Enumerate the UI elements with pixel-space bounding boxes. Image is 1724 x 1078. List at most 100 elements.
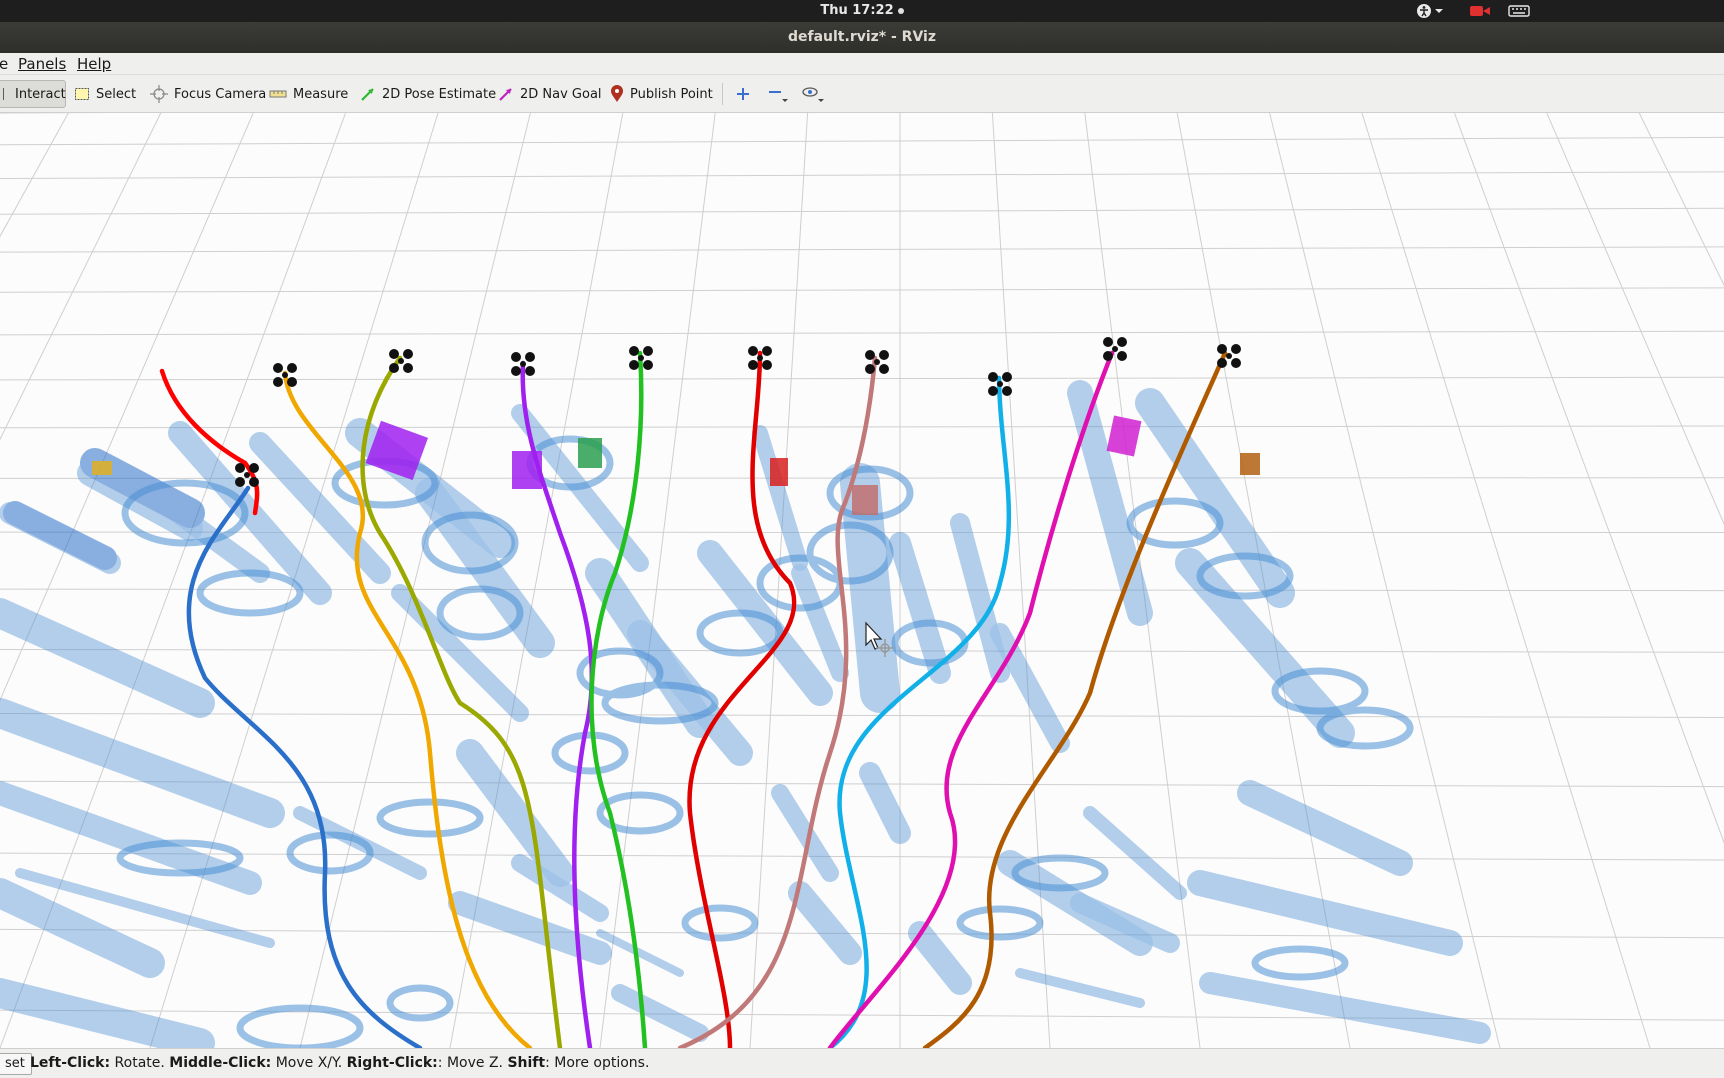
reset-button[interactable]: set [0, 1053, 32, 1075]
rotor [287, 377, 297, 387]
drone-body [997, 381, 1003, 387]
ring-marker [956, 905, 1044, 941]
keyboard-indicator[interactable] [1506, 2, 1532, 20]
drone-body [282, 372, 288, 378]
ring-marker [376, 798, 484, 838]
menu-file[interactable]: e [0, 55, 8, 73]
keyboard-icon [1508, 5, 1530, 17]
drone-body [398, 358, 404, 364]
measure-tool-button[interactable]: Measure [263, 80, 354, 108]
grid-line [1638, 113, 1724, 287]
selection-box-icon [75, 88, 89, 100]
rotor [865, 364, 875, 374]
rotor [403, 363, 413, 373]
ruler-icon [269, 90, 287, 98]
obstacle-column [1237, 780, 1413, 876]
eye-icon [802, 87, 824, 102]
obstacle-column [908, 921, 972, 995]
remove-tool-button[interactable] [762, 80, 794, 108]
publish-point-tool-button[interactable]: Publish Point [604, 80, 719, 108]
menu-bar: e Panels Help [0, 53, 1724, 75]
goal-cube [852, 485, 878, 515]
obstacle-column [788, 881, 862, 965]
pose-estimate-tool-button[interactable]: 2D Pose Estimate [354, 80, 502, 108]
obstacle-column [1199, 972, 1491, 1044]
grid-line [0, 852, 1724, 861]
drone-icon [389, 349, 413, 373]
rotor [1103, 351, 1113, 361]
drone-body [520, 361, 526, 367]
rotor [1217, 344, 1227, 354]
drone-icon [1217, 344, 1241, 368]
rotor [1117, 337, 1127, 347]
window-title: default.rviz* - RViz [787, 29, 936, 45]
rotor [1231, 358, 1241, 368]
rotor [511, 366, 521, 376]
crosshair-icon [150, 85, 168, 103]
rotor [1117, 351, 1127, 361]
rotor [748, 346, 758, 356]
nav-goal-tool-button[interactable]: 2D Nav Goal [492, 80, 608, 108]
camera-icon [1470, 6, 1490, 16]
rotor [525, 352, 535, 362]
window-title-bar[interactable]: default.rviz* - RViz [0, 22, 1724, 53]
rotor [643, 360, 653, 370]
rotor [273, 377, 283, 387]
rotor [287, 363, 297, 373]
clock[interactable]: Thu 17:22 [0, 3, 1724, 18]
3d-render-viewport[interactable] [0, 113, 1724, 1048]
drone-body [244, 472, 250, 478]
scene-canvas[interactable] [0, 113, 1724, 1048]
rotor [629, 346, 639, 356]
rotor [748, 360, 758, 370]
green-arrow-icon [361, 88, 374, 101]
menu-help[interactable]: Help [77, 55, 111, 73]
add-tool-button[interactable] [730, 80, 756, 108]
status-bar: set Left-Click: Rotate. Middle-Click: Mo… [0, 1048, 1724, 1078]
obstacle-column [611, 984, 709, 1042]
screen-record-indicator[interactable] [1468, 2, 1492, 20]
grid-line [0, 780, 1724, 788]
focus-camera-tool-button[interactable]: Focus Camera [144, 80, 272, 108]
obstacle-column [889, 532, 951, 684]
accessibility-menu[interactable] [1412, 2, 1448, 20]
rotor [879, 364, 889, 374]
accessibility-icon [1417, 4, 1443, 18]
rotor [1231, 344, 1241, 354]
ring-marker [386, 984, 454, 1022]
ring-marker [681, 904, 759, 942]
ring-marker [1251, 945, 1349, 981]
drone-body [1112, 346, 1118, 352]
rotor [511, 352, 521, 362]
rotor [1217, 358, 1227, 368]
grid-line [0, 246, 1724, 253]
rotor [525, 366, 535, 376]
menu-panels[interactable]: Panels [18, 55, 66, 73]
drone-body [638, 355, 644, 361]
grid-line [1546, 113, 1724, 526]
drone-icon [865, 350, 889, 374]
tool-properties-button[interactable] [796, 80, 832, 108]
grid-line [0, 425, 1724, 429]
rotor [273, 363, 283, 373]
plus-icon [737, 88, 749, 100]
obstacle-column [1015, 968, 1145, 1008]
grid-line [0, 171, 1724, 180]
rotor [879, 350, 889, 360]
rotor [629, 360, 639, 370]
rotor [1002, 386, 1012, 396]
goal-cube [92, 461, 112, 475]
rotor [235, 477, 245, 487]
select-tool-button[interactable]: Select [68, 80, 142, 108]
rotor [403, 349, 413, 359]
goal-cube [1106, 415, 1142, 457]
interact-tool-button[interactable]: Interact [0, 80, 66, 108]
toolbar-separator [722, 83, 723, 105]
rotor [1103, 337, 1113, 347]
system-top-bar: Thu 17:22 [0, 0, 1724, 22]
goal-cube [512, 451, 542, 489]
rotor [988, 372, 998, 382]
obstacle-column [0, 978, 215, 1048]
rotor [988, 386, 998, 396]
goal-cube [770, 458, 788, 486]
